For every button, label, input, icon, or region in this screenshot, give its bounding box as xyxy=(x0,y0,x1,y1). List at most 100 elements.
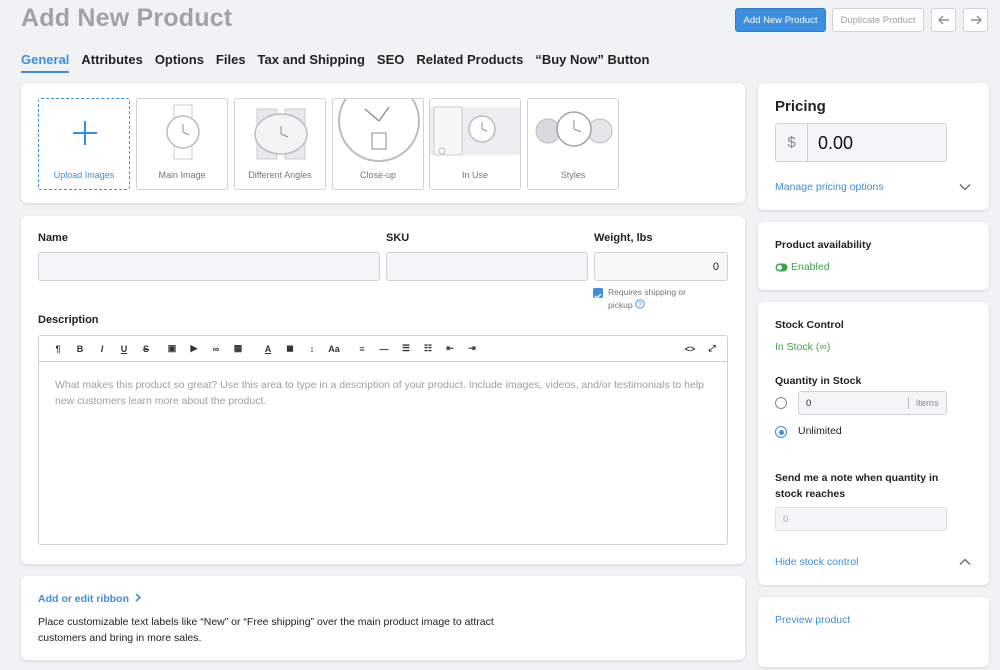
thumb-close-up[interactable]: Close-up xyxy=(332,98,424,190)
add-new-product-button[interactable]: Add New Product xyxy=(735,8,826,32)
note-quantity-input[interactable]: 0 xyxy=(775,507,947,531)
tab-seo[interactable]: SEO xyxy=(377,52,404,73)
currency-symbol: $ xyxy=(776,124,808,161)
arrow-right-icon xyxy=(970,15,982,25)
quantity-unit: items xyxy=(916,398,939,409)
align-icon[interactable]: ≡ xyxy=(351,344,373,354)
tab-options[interactable]: Options xyxy=(155,52,204,73)
thumb-label: Main Image xyxy=(158,170,206,180)
page-title: Add New Product xyxy=(21,4,233,32)
table-icon[interactable]: ▦ xyxy=(227,343,249,354)
unlimited-label: Unlimited xyxy=(798,425,842,437)
thumb-label: Styles xyxy=(560,170,586,180)
editor-toolbar: ¶ B I U S ▣ ▶ ∞ ▦ A ◼ ↕ Aa ≡ — ☰ ☷ ⇤ ⇥ <… xyxy=(39,336,727,362)
tab-general[interactable]: General xyxy=(21,52,70,73)
tab-bar: General Attributes Options Files Tax and… xyxy=(21,52,649,73)
unlimited-radio[interactable] xyxy=(775,426,787,438)
stock-status: In Stock (∞) xyxy=(775,341,831,353)
italic-icon[interactable]: I xyxy=(91,344,113,354)
name-input[interactable] xyxy=(38,252,380,281)
tab-buy-now-button[interactable]: “Buy Now” Button xyxy=(535,52,649,73)
name-label: Name xyxy=(38,232,68,244)
description-placeholder: What makes this product so great? Use th… xyxy=(55,379,705,407)
thumb-label: Different Angles xyxy=(248,170,312,180)
thumb-styles[interactable]: Styles xyxy=(527,98,619,190)
quantity-radio[interactable] xyxy=(775,397,787,409)
images-card: Upload Images Main Image Different Angle… xyxy=(21,83,745,203)
video-icon[interactable]: ▶ xyxy=(183,343,205,354)
outdent-icon[interactable]: ⇤ xyxy=(439,343,461,354)
tab-attributes[interactable]: Attributes xyxy=(81,52,142,73)
thumb-label: Close-up xyxy=(359,170,397,180)
weight-input[interactable]: 0 xyxy=(594,252,728,281)
availability-status: Enabled xyxy=(791,261,830,273)
chevron-right-icon xyxy=(135,593,142,602)
shipping-checkbox-text: Requires shipping or pickup xyxy=(608,287,686,310)
paragraph-icon[interactable]: ¶ xyxy=(47,344,69,354)
manage-pricing-link[interactable]: Manage pricing options xyxy=(775,181,884,193)
thumb-different-angles[interactable]: Different Angles xyxy=(234,98,326,190)
font-family-icon[interactable]: Aa xyxy=(323,344,345,354)
link-icon[interactable]: ∞ xyxy=(205,344,227,354)
hide-stock-control-link[interactable]: Hide stock control xyxy=(775,556,858,568)
sku-input[interactable] xyxy=(386,252,588,281)
ribbon-link-text: Add or edit ribbon xyxy=(38,593,129,605)
quantity-value: 0 xyxy=(806,398,812,409)
stock-control-label: Stock Control xyxy=(775,319,844,331)
indent-icon[interactable]: ⇥ xyxy=(461,343,483,354)
underline-icon[interactable]: U xyxy=(113,344,135,354)
bold-icon[interactable]: B xyxy=(69,344,91,354)
upload-images-label: Upload Images xyxy=(53,170,115,180)
svg-text:?: ? xyxy=(638,301,642,308)
pricing-title: Pricing xyxy=(775,98,826,115)
next-product-button[interactable] xyxy=(963,8,988,32)
unit-divider xyxy=(908,397,909,409)
preview-card: Preview product xyxy=(758,597,989,667)
code-view-icon[interactable]: <> xyxy=(679,344,701,354)
price-value: 0.00 xyxy=(818,133,854,153)
text-color-icon[interactable]: A xyxy=(257,344,279,354)
font-size-icon[interactable]: ↕ xyxy=(301,344,323,354)
background-color-icon[interactable]: ◼ xyxy=(279,343,301,354)
quantity-label: Quantity in Stock xyxy=(775,375,862,387)
checkmark-icon xyxy=(594,293,602,299)
bullet-list-icon[interactable]: ☰ xyxy=(395,343,417,354)
strikethrough-icon[interactable]: S xyxy=(135,344,157,354)
chevron-up-icon[interactable] xyxy=(959,558,971,566)
weight-label: Weight, lbs xyxy=(594,232,653,244)
stock-card: Stock Control In Stock (∞) Quantity in S… xyxy=(758,302,989,585)
arrow-left-icon xyxy=(937,15,949,25)
shipping-checkbox-label: Requires shipping or pickup ? xyxy=(608,286,708,311)
add-edit-ribbon-link[interactable]: Add or edit ribbon xyxy=(38,593,142,605)
description-editor[interactable]: ¶ B I U S ▣ ▶ ∞ ▦ A ◼ ↕ Aa ≡ — ☰ ☷ ⇤ ⇥ <… xyxy=(38,335,728,545)
horizontal-rule-icon[interactable]: — xyxy=(373,344,395,354)
previous-product-button[interactable] xyxy=(931,8,956,32)
ribbon-card: Add or edit ribbon Place customizable te… xyxy=(21,576,745,660)
tab-files[interactable]: Files xyxy=(216,52,246,73)
description-label: Description xyxy=(38,314,99,326)
pricing-card: Pricing $ 0.00 Manage pricing options xyxy=(758,83,989,210)
fullscreen-icon[interactable]: ⤢ xyxy=(701,343,723,354)
thumb-main-image[interactable]: Main Image xyxy=(136,98,228,190)
toggle-icon xyxy=(775,263,788,271)
quantity-input[interactable]: 0 items xyxy=(798,391,947,415)
tab-related-products[interactable]: Related Products xyxy=(416,52,523,73)
thumb-in-use[interactable]: In Use xyxy=(429,98,521,190)
preview-product-link[interactable]: Preview product xyxy=(775,614,850,626)
tab-tax-and-shipping[interactable]: Tax and Shipping xyxy=(258,52,365,73)
image-icon[interactable]: ▣ xyxy=(161,343,183,354)
duplicate-product-button[interactable]: Duplicate Product xyxy=(832,8,924,32)
note-label: Send me a note when quantity in stock re… xyxy=(775,472,939,500)
price-input[interactable]: $ 0.00 xyxy=(775,123,947,162)
upload-images-button[interactable]: Upload Images xyxy=(38,98,130,190)
shipping-checkbox[interactable] xyxy=(593,288,603,299)
availability-card: Product availability Enabled xyxy=(758,222,989,290)
help-icon[interactable]: ? xyxy=(635,298,645,309)
chevron-down-icon[interactable] xyxy=(959,183,971,191)
availability-label: Product availability xyxy=(775,239,872,251)
sku-label: SKU xyxy=(386,232,410,244)
ribbon-description: Place customizable text labels like “New… xyxy=(38,616,494,644)
availability-toggle[interactable]: Enabled xyxy=(775,261,830,273)
product-details-card: Name SKU Weight, lbs 0 Requires shipping… xyxy=(21,216,745,564)
numbered-list-icon[interactable]: ☷ xyxy=(417,343,439,354)
